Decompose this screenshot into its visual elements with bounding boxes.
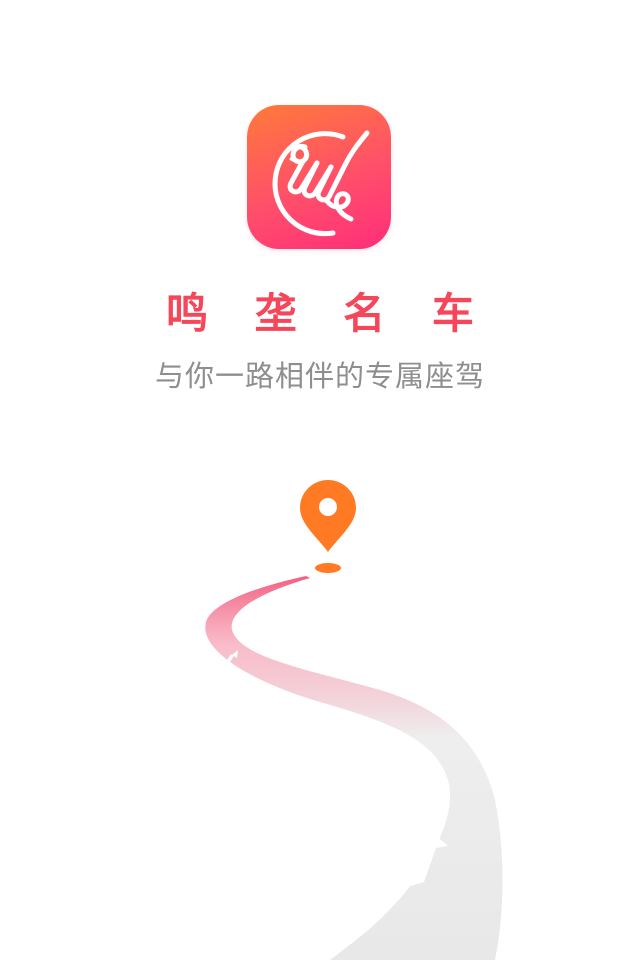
horse-head-logo-icon — [272, 130, 370, 237]
app-logo — [247, 105, 391, 249]
app-name: 鸣 垄 名 车 — [166, 289, 490, 338]
app-slogan: 与你一路相伴的专属座驾 — [154, 359, 485, 393]
location-pin-shadow — [315, 563, 341, 573]
road-illustration — [205, 480, 503, 960]
location-pin-icon — [300, 480, 356, 552]
road — [205, 576, 503, 960]
